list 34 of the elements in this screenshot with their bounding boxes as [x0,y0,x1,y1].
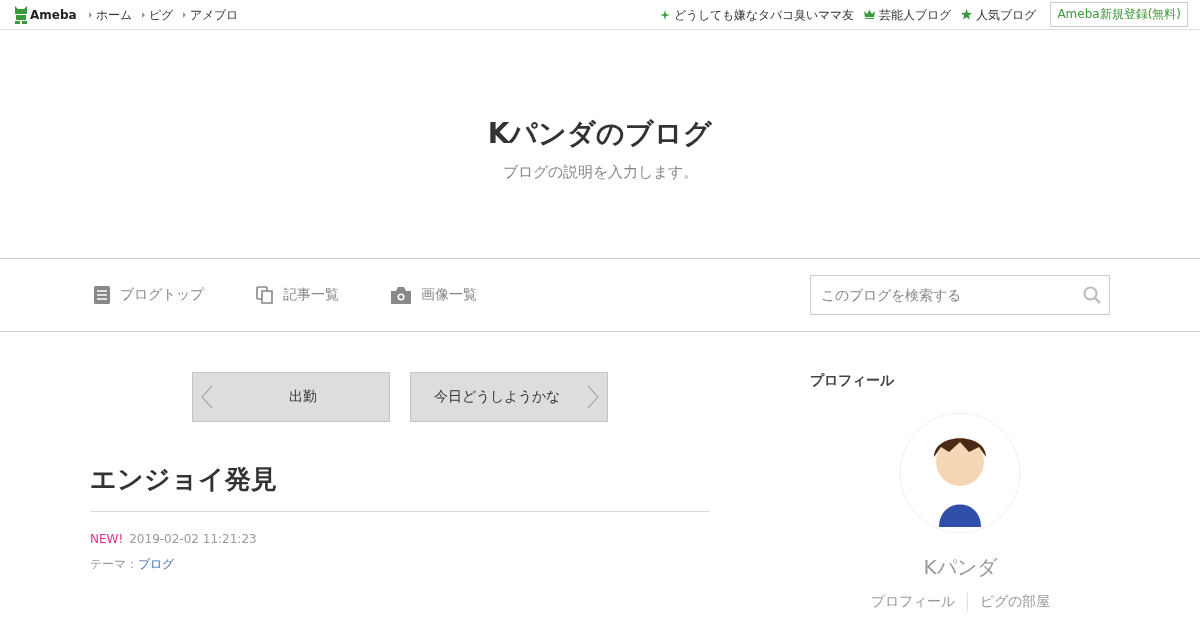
camera-icon [391,286,411,304]
sparkle-icon [660,9,671,20]
profile-heading: プロフィール [810,372,894,390]
chevron-right-icon [587,385,599,409]
top-link[interactable]: ホーム [88,7,132,22]
entry-title[interactable]: エンジョイ発見 [90,462,710,512]
triangle-icon [182,11,186,18]
next-entry-button[interactable]: 今日どうしようかな [410,372,608,422]
prev-entry-button[interactable]: 出勤 [192,372,390,422]
document-icon [94,286,110,304]
search-field[interactable]: このブログを検索する [810,275,1110,315]
copy-icon [256,286,273,304]
signup-button[interactable]: Ameba新規登録(無料) [1050,2,1188,27]
blog-description: ブログの説明を入力します。 [502,162,698,182]
top-link[interactable]: どうしても嫌なタバコ臭いママ友 [660,7,855,22]
top-link[interactable]: ピグ [141,7,173,22]
triangle-icon [88,11,92,18]
theme-link[interactable]: ブログ [138,556,174,573]
ameba-logo[interactable]: Ameba [14,5,77,24]
nav-link[interactable]: 画像一覧 [391,286,477,304]
crown-icon [864,10,876,19]
theme-label: テーマ： [90,556,138,573]
nav-link[interactable]: ブログトップ [94,286,204,304]
star-icon [961,9,973,20]
logo-icon [14,5,28,24]
chevron-left-icon [201,385,213,409]
entry-date: 2019-02-02 11:21:23 [129,532,257,546]
top-link[interactable]: 人気ブログ [961,7,1037,22]
new-label: NEW! [90,532,124,546]
top-link[interactable]: 芸能人ブログ [864,7,952,22]
top-link[interactable]: アメブロ [182,7,238,22]
blog-title[interactable]: Kパンダのブログ [487,114,713,153]
nav-link[interactable]: 記事一覧 [256,286,339,304]
triangle-icon [141,11,145,18]
